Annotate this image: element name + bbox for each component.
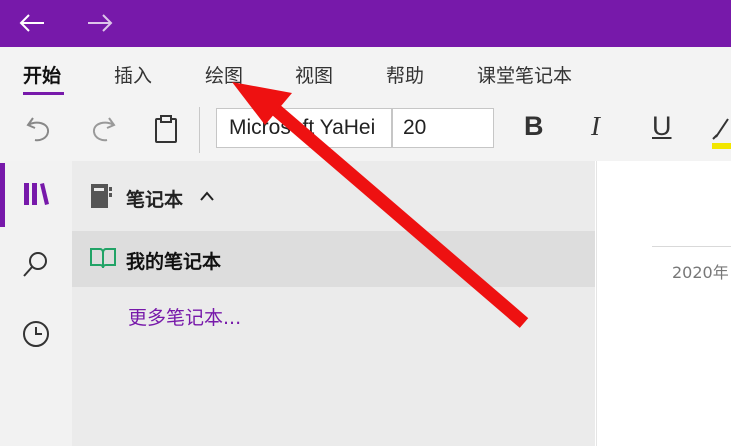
recent-nav-button[interactable] xyxy=(0,301,72,367)
title-bar xyxy=(0,0,731,47)
tab-help[interactable]: 帮助 xyxy=(386,61,424,88)
arrow-right-icon xyxy=(88,14,113,32)
notebook-icon xyxy=(91,184,112,208)
page-title-line xyxy=(652,246,731,247)
notebooks-header[interactable]: 笔记本 xyxy=(72,161,595,231)
paste-button[interactable] xyxy=(148,111,184,147)
search-icon xyxy=(23,252,47,277)
notebooks-panel: 笔记本 我的笔记本 更多笔记本... xyxy=(72,161,595,446)
highlighter-icon xyxy=(712,118,731,149)
navigation-rail xyxy=(0,161,73,446)
notebooks-nav-button[interactable] xyxy=(0,161,72,227)
back-button[interactable] xyxy=(14,6,50,40)
active-tab-indicator xyxy=(23,92,64,95)
tab-home[interactable]: 开始 xyxy=(23,61,61,88)
highlight-button[interactable] xyxy=(708,109,731,153)
search-nav-button[interactable] xyxy=(0,231,72,297)
clipboard-icon xyxy=(155,115,177,143)
arrow-left-icon xyxy=(19,14,44,32)
tab-insert[interactable]: 插入 xyxy=(114,61,152,88)
page-canvas[interactable]: 2020年 xyxy=(596,161,731,446)
open-book-icon xyxy=(90,248,116,269)
forward-button[interactable] xyxy=(82,6,118,40)
tab-view[interactable]: 视图 xyxy=(295,61,333,88)
page-date: 2020年 xyxy=(672,263,729,282)
notebooks-header-label: 笔记本 xyxy=(126,189,184,211)
undo-icon xyxy=(26,117,49,142)
more-notebooks-link[interactable]: 更多笔记本... xyxy=(128,303,241,330)
notebook-item-label: 我的笔记本 xyxy=(126,251,222,273)
clock-icon xyxy=(23,321,49,347)
redo-icon xyxy=(93,117,116,142)
active-nav-indicator xyxy=(0,163,5,227)
chevron-up-icon xyxy=(200,191,214,201)
font-name-field[interactable]: Microsoft YaHei xyxy=(216,108,392,148)
bold-button[interactable]: B xyxy=(524,111,544,142)
redo-button[interactable] xyxy=(84,111,122,147)
notebooks-icon xyxy=(24,183,49,205)
notebook-item-my-notebook[interactable]: 我的笔记本 xyxy=(72,231,595,287)
italic-button[interactable]: I xyxy=(591,111,600,142)
toolbar: Microsoft YaHei 20 B I U xyxy=(0,99,731,161)
toolbar-separator xyxy=(199,107,200,153)
tab-class-notebook[interactable]: 课堂笔记本 xyxy=(477,61,572,88)
underline-button[interactable]: U xyxy=(652,111,672,142)
undo-button[interactable] xyxy=(20,111,58,147)
font-size-field[interactable]: 20 xyxy=(392,108,494,148)
ribbon-tabs: 开始 插入 绘图 视图 帮助 课堂笔记本 xyxy=(0,47,731,99)
tab-draw[interactable]: 绘图 xyxy=(205,61,243,88)
